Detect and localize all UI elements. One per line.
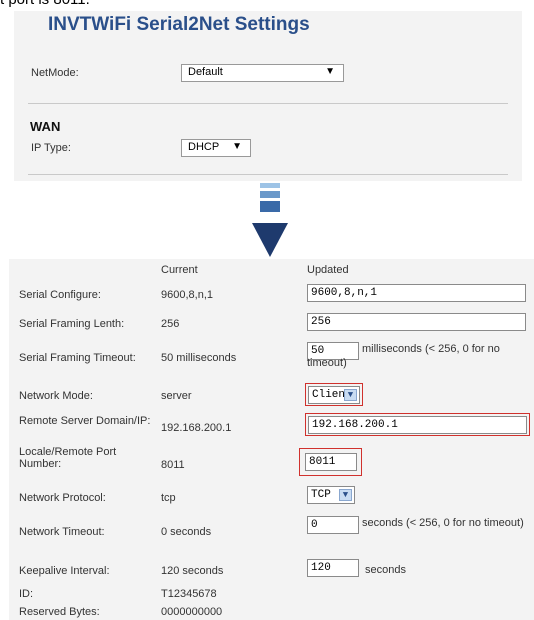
dropdown-arrow-icon: ▼	[325, 66, 335, 77]
remote-server-input[interactable]: 192.168.200.1	[308, 416, 527, 434]
framing-length-current: 256	[161, 318, 180, 330]
header-current: Current	[161, 264, 198, 276]
remote-server-current: 192.168.200.1	[161, 422, 232, 434]
port-current: 8011	[161, 459, 185, 471]
keepalive-label: Keepalive Interval:	[19, 565, 110, 577]
serial-configure-input[interactable]: 9600,8,n,1	[307, 284, 526, 302]
netmode-select[interactable]: Default ▼	[181, 64, 344, 82]
netmode-label: NetMode:	[31, 67, 79, 79]
iptype-value: DHCP	[188, 141, 220, 153]
reserved-current: 0000000000	[161, 606, 223, 618]
arrow-segment	[260, 183, 280, 188]
keepalive-current: 120 seconds	[161, 565, 224, 577]
network-timeout-current: 0 seconds	[161, 526, 212, 538]
network-timeout-label: Network Timeout:	[19, 526, 105, 538]
iptype-select[interactable]: DHCP ▼	[181, 139, 251, 157]
serial-settings-panel: Current Updated Serial Configure: 9600,8…	[9, 259, 534, 620]
protocol-value: TCP	[311, 489, 331, 501]
netmode-value: Default	[188, 66, 223, 78]
dropdown-arrow-icon: ▼	[232, 141, 242, 152]
network-mode-label: Network Mode:	[19, 390, 93, 402]
keepalive-unit: seconds	[365, 564, 406, 576]
keepalive-input[interactable]: 120	[307, 559, 359, 577]
protocol-label: Network Protocol:	[19, 492, 106, 504]
serial-configure-current: 9600,8,n,1	[161, 289, 213, 301]
header-updated: Updated	[307, 264, 349, 276]
network-mode-current: server	[161, 390, 192, 402]
remote-server-label: Remote Server Domain/IP:	[19, 415, 151, 427]
framing-timeout-label: Serial Framing Timeout:	[19, 352, 136, 364]
framing-length-label: Serial Framing Lenth:	[19, 318, 125, 330]
id-label: ID:	[19, 588, 34, 600]
arrow-head	[252, 223, 288, 257]
chevron-down-icon: ▼	[344, 389, 357, 401]
arrow-segment	[260, 191, 280, 198]
port-input[interactable]: 8011	[305, 453, 357, 471]
reserved-label: Reserved Bytes:	[19, 606, 100, 618]
framing-length-input[interactable]: 256	[307, 313, 526, 331]
port-label: Locale/Remote Port Number:	[19, 446, 117, 470]
framing-timeout-current: 50 milliseconds	[161, 352, 237, 364]
arrow-segment	[260, 201, 280, 212]
caption-text: t port is 8011.	[0, 0, 90, 8]
wan-heading: WAN	[30, 119, 61, 134]
network-mode-select[interactable]: Client ▼	[308, 386, 360, 404]
divider	[28, 174, 508, 175]
id-current: T12345678	[161, 588, 217, 600]
framing-timeout-hint: milliseconds (< 256, 0 for no timeout)	[307, 343, 500, 369]
chevron-down-icon: ▼	[339, 489, 352, 501]
protocol-current: tcp	[161, 492, 176, 504]
page-title: INVTWiFi Serial2Net Settings	[48, 14, 310, 35]
network-timeout-hint: seconds (< 256, 0 for no timeout)	[362, 517, 524, 529]
divider	[28, 103, 508, 104]
protocol-select[interactable]: TCP ▼	[307, 486, 355, 504]
iptype-label: IP Type:	[31, 142, 71, 154]
serial-configure-label: Serial Configure:	[19, 289, 101, 301]
basic-settings-panel: INVTWiFi Serial2Net Settings NetMode: De…	[14, 11, 522, 181]
down-arrow-icon	[252, 183, 288, 257]
